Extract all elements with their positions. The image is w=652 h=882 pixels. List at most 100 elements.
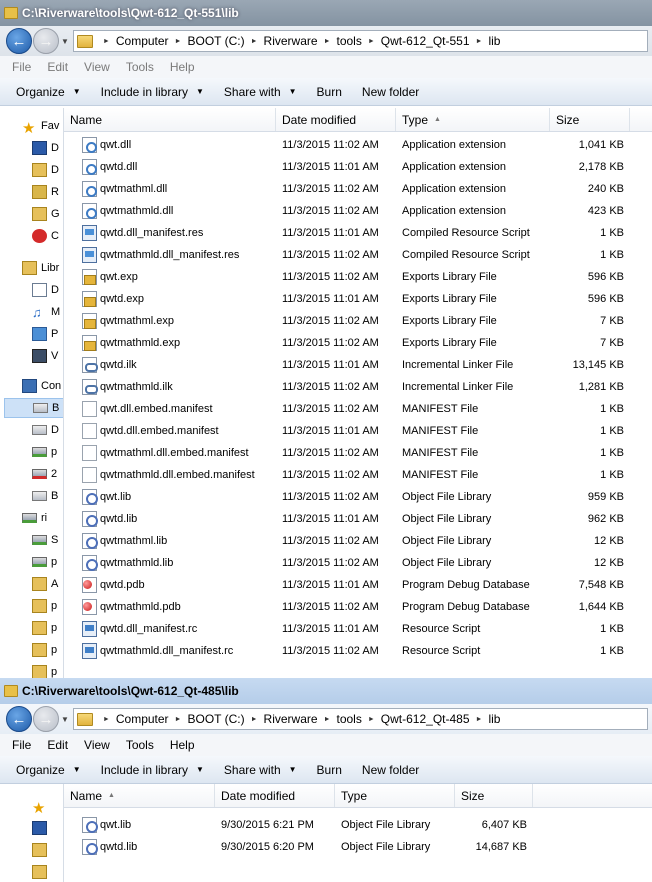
breadcrumb-lib[interactable]: lib xyxy=(488,34,500,48)
breadcrumb-arrow-icon[interactable]: ► xyxy=(103,716,110,723)
nav-item[interactable]: D xyxy=(32,420,59,440)
recent-pages-dropdown-icon[interactable]: ▼ xyxy=(61,715,69,724)
nav-item[interactable]: p xyxy=(32,662,57,678)
nav-item[interactable]: ♫ M xyxy=(32,302,60,322)
file-row[interactable]: qwt.exp 11/3/2015 11:02 AM Exports Library… xyxy=(64,266,652,288)
nav-item[interactable]: A xyxy=(32,574,58,594)
nav-item[interactable]: D xyxy=(32,138,59,158)
navigation-pane[interactable]: ★ xyxy=(0,784,64,882)
breadcrumb-qwt-folder[interactable]: Qwt-612_Qt-551 xyxy=(381,34,470,48)
file-row[interactable]: qwt.lib 11/3/2015 11:02 AM Object File Lib… xyxy=(64,486,652,508)
back-button[interactable]: ← xyxy=(6,706,32,732)
nav-item[interactable]: Con xyxy=(22,376,61,396)
nav-item[interactable]: R xyxy=(32,182,59,202)
file-row[interactable]: qwtmathmld.dll_manifest.res 11/3/2015 11:… xyxy=(64,244,652,266)
breadcrumb-arrow-icon[interactable]: ► xyxy=(368,716,375,723)
menu-tools[interactable]: Tools xyxy=(118,60,162,74)
nav-item[interactable]: V xyxy=(32,346,58,366)
file-name-cell[interactable]: qwtmathmld.dll_manifest.rc xyxy=(64,643,276,659)
file-name-cell[interactable]: qwtd.lib xyxy=(64,511,276,527)
column-header-date-modified[interactable]: Date modified xyxy=(215,784,335,807)
nav-item[interactable] xyxy=(32,862,51,882)
breadcrumb-arrow-icon[interactable]: ► xyxy=(103,38,110,45)
breadcrumb-boot-drive[interactable]: BOOT (C:) xyxy=(187,712,244,726)
breadcrumb-boot-drive[interactable]: BOOT (C:) xyxy=(187,34,244,48)
title-bar[interactable]: C:\Riverware\tools\Qwt-612_Qt-551\lib xyxy=(0,0,652,26)
nav-item[interactable]: B xyxy=(32,486,58,506)
burn-button[interactable]: Burn xyxy=(307,763,352,777)
nav-item[interactable]: ri xyxy=(22,508,47,528)
file-row[interactable]: qwtmathml.lib 11/3/2015 11:02 AM Object Fi… xyxy=(64,530,652,552)
file-row[interactable]: qwtmathmld.exp 11/3/2015 11:02 AM Exports … xyxy=(64,332,652,354)
file-row[interactable]: qwtmathmld.ilk 11/3/2015 11:02 AM Incremen… xyxy=(64,376,652,398)
forward-button[interactable]: → xyxy=(33,706,59,732)
file-name-cell[interactable]: qwtmathmld.exp xyxy=(64,335,276,351)
nav-item[interactable]: p xyxy=(32,596,57,616)
file-name-cell[interactable]: qwtd.lib xyxy=(64,839,215,855)
nav-item[interactable]: p xyxy=(32,640,57,660)
column-header-size[interactable]: Size xyxy=(550,108,630,131)
burn-button[interactable]: Burn xyxy=(307,85,352,99)
breadcrumb-lib[interactable]: lib xyxy=(488,712,500,726)
column-header-type[interactable]: Type ▲ xyxy=(396,108,550,131)
file-row[interactable]: qwtmathmld.pdb 11/3/2015 11:02 AM Program … xyxy=(64,596,652,618)
address-bar[interactable]: ► Computer ► BOOT (C:) ► Riverware ► too… xyxy=(72,708,648,730)
file-name-cell[interactable]: qwtmathml.lib xyxy=(64,533,276,549)
breadcrumb-arrow-icon[interactable]: ► xyxy=(175,716,182,723)
file-name-cell[interactable]: qwtd.dll.embed.manifest xyxy=(64,423,276,439)
new-folder-button[interactable]: New folder xyxy=(352,85,429,99)
nav-item[interactable]: p xyxy=(32,442,57,462)
column-header-name[interactable]: Name ▲ xyxy=(64,784,215,807)
nav-item[interactable] xyxy=(32,818,51,838)
file-row[interactable]: qwtd.exp 11/3/2015 11:01 AM Exports Librar… xyxy=(64,288,652,310)
file-name-cell[interactable]: qwtmathmld.ilk xyxy=(64,379,276,395)
column-header-type[interactable]: Type xyxy=(335,784,455,807)
new-folder-button[interactable]: New folder xyxy=(352,763,429,777)
recent-pages-dropdown-icon[interactable]: ▼ xyxy=(61,37,69,46)
file-name-cell[interactable]: qwtd.dll xyxy=(64,159,276,175)
nav-item[interactable]: C xyxy=(32,226,59,246)
file-row[interactable]: qwtd.dll_manifest.rc 11/3/2015 11:01 AM Re… xyxy=(64,618,652,640)
nav-item[interactable]: D xyxy=(32,280,59,300)
file-row[interactable]: qwt.dll.embed.manifest 11/3/2015 11:02 AM… xyxy=(64,398,652,420)
file-name-cell[interactable]: qwtmathmld.dll.embed.manifest xyxy=(64,467,276,483)
file-name-cell[interactable]: qwt.dll xyxy=(64,137,276,153)
breadcrumb-tools[interactable]: tools xyxy=(337,712,362,726)
file-name-cell[interactable]: qwt.lib xyxy=(64,817,215,833)
include-in-library-button[interactable]: Include in library ▼ xyxy=(91,763,214,777)
file-name-cell[interactable]: qwtd.dll_manifest.rc xyxy=(64,621,276,637)
file-name-cell[interactable]: qwt.lib xyxy=(64,489,276,505)
file-row[interactable]: qwtd.lib 9/30/2015 6:20 PM Object File Lib… xyxy=(64,836,652,858)
file-row[interactable]: qwtd.dll_manifest.res 11/3/2015 11:01 AM C… xyxy=(64,222,652,244)
file-row[interactable]: qwt.dll 11/3/2015 11:02 AM Application ext… xyxy=(64,134,652,156)
column-header-size[interactable]: Size xyxy=(455,784,533,807)
organize-button[interactable]: Organize ▼ xyxy=(6,85,91,99)
menu-file[interactable]: File xyxy=(4,738,39,752)
file-name-cell[interactable]: qwtmathml.exp xyxy=(64,313,276,329)
nav-item[interactable]: P xyxy=(32,324,58,344)
file-name-cell[interactable]: qwtd.exp xyxy=(64,291,276,307)
file-name-cell[interactable]: qwtmathmld.dll xyxy=(64,203,276,219)
title-bar[interactable]: C:\Riverware\tools\Qwt-612_Qt-485\lib xyxy=(0,678,652,704)
breadcrumb-arrow-icon[interactable]: ► xyxy=(368,38,375,45)
back-button[interactable]: ← xyxy=(6,28,32,54)
menu-edit[interactable]: Edit xyxy=(39,60,76,74)
file-name-cell[interactable]: qwtd.pdb xyxy=(64,577,276,593)
menu-help[interactable]: Help xyxy=(162,738,203,752)
column-header-date-modified[interactable]: Date modified xyxy=(276,108,396,131)
file-row[interactable]: qwtd.pdb 11/3/2015 11:01 AM Program Debug … xyxy=(64,574,652,596)
forward-button[interactable]: → xyxy=(33,28,59,54)
breadcrumb-arrow-icon[interactable]: ► xyxy=(324,38,331,45)
column-header-name[interactable]: Name xyxy=(64,108,276,131)
file-row[interactable]: qwtmathmld.dll.embed.manifest 11/3/2015 1… xyxy=(64,464,652,486)
breadcrumb-tools[interactable]: tools xyxy=(337,34,362,48)
menu-help[interactable]: Help xyxy=(162,60,203,74)
file-row[interactable]: qwtd.dll.embed.manifest 11/3/2015 11:01 A… xyxy=(64,420,652,442)
breadcrumb-riverware[interactable]: Riverware xyxy=(264,712,318,726)
share-with-button[interactable]: Share with ▼ xyxy=(214,763,307,777)
navigation-pane[interactable]: ★FavDDRGCLibrD♫MPVConBDp2BriSpAppppp xyxy=(0,108,64,678)
menu-view[interactable]: View xyxy=(76,738,118,752)
breadcrumb-computer[interactable]: Computer xyxy=(116,712,169,726)
menu-file[interactable]: File xyxy=(4,60,39,74)
nav-item[interactable]: ★ Fav xyxy=(22,116,59,137)
